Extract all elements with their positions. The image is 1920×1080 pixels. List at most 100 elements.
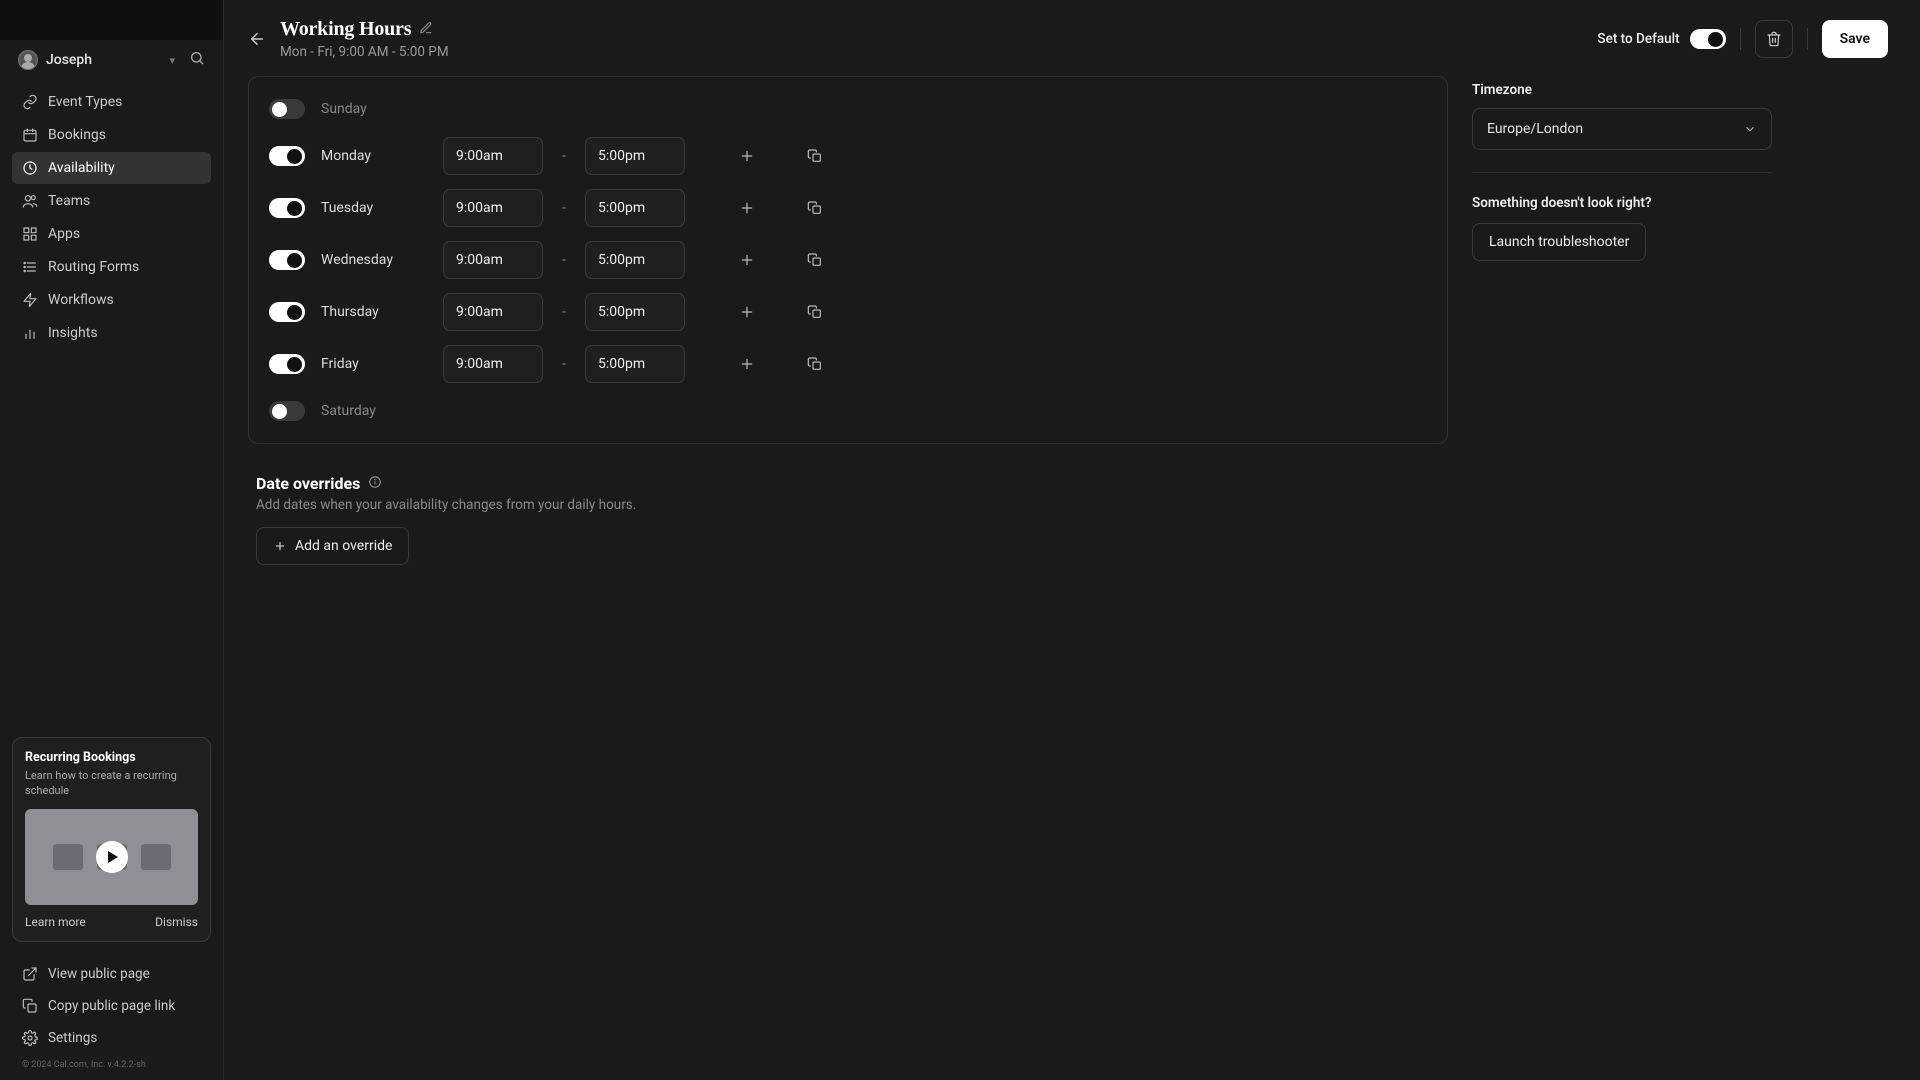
- save-button[interactable]: Save: [1822, 20, 1888, 58]
- sidebar-item-teams[interactable]: Teams: [12, 185, 211, 217]
- tip-title: Recurring Bookings: [25, 750, 198, 765]
- troubleshoot-label: Something doesn't look right?: [1472, 195, 1772, 211]
- right-column: Timezone Europe/London Something doesn't…: [1472, 76, 1772, 565]
- time-range-separator: -: [559, 304, 569, 320]
- day-toggle[interactable]: [269, 198, 305, 218]
- day-toggle[interactable]: [269, 302, 305, 322]
- bottom-nav-label: View public page: [48, 966, 150, 982]
- start-time-input[interactable]: 9:00am: [443, 241, 543, 279]
- sidebar-item-event-types[interactable]: Event Types: [12, 86, 211, 118]
- sidebar-item-routing-forms[interactable]: Routing Forms: [12, 251, 211, 283]
- users-icon: [22, 193, 38, 209]
- copy-time-button[interactable]: [801, 298, 829, 326]
- time-range-separator: -: [559, 356, 569, 372]
- grid-icon: [22, 226, 38, 242]
- timezone-select[interactable]: Europe/London: [1472, 108, 1772, 150]
- add-time-slot-button[interactable]: [733, 298, 761, 326]
- primary-nav: Event Types Bookings Availability Teams …: [0, 80, 223, 355]
- add-time-slot-button[interactable]: [733, 194, 761, 222]
- info-icon[interactable]: [368, 475, 382, 493]
- copy-time-button[interactable]: [801, 142, 829, 170]
- gear-icon: [22, 1030, 38, 1046]
- timezone-label: Timezone: [1472, 82, 1772, 98]
- sidebar-item-label: Availability: [48, 160, 115, 176]
- launch-troubleshooter-button[interactable]: Launch troubleshooter: [1472, 223, 1646, 261]
- tip-card: Recurring Bookings Learn how to create a…: [12, 737, 211, 942]
- day-row-friday: Friday 9:00am-5:00pm: [269, 345, 1427, 383]
- add-time-slot-button[interactable]: [733, 350, 761, 378]
- user-switcher[interactable]: Joseph ▾: [0, 40, 223, 80]
- day-label: Friday: [321, 356, 427, 372]
- overrides-description: Add dates when your availability changes…: [256, 497, 1448, 513]
- time-range-separator: -: [559, 200, 569, 216]
- back-button[interactable]: [248, 30, 266, 48]
- search-icon[interactable]: [189, 50, 205, 70]
- copy-icon: [22, 998, 38, 1014]
- bottom-nav: View public page Copy public page link S…: [0, 954, 223, 1060]
- page-subtitle: Mon - Fri, 9:00 AM - 5:00 PM: [280, 44, 449, 60]
- end-time-input[interactable]: 5:00pm: [585, 345, 685, 383]
- sidebar-item-workflows[interactable]: Workflows: [12, 284, 211, 316]
- settings-link[interactable]: Settings: [12, 1022, 211, 1054]
- end-time-input[interactable]: 5:00pm: [585, 137, 685, 175]
- end-time-input[interactable]: 5:00pm: [585, 189, 685, 227]
- set-default-label: Set to Default: [1597, 31, 1679, 47]
- copy-time-button[interactable]: [801, 246, 829, 274]
- add-time-slot-button[interactable]: [733, 246, 761, 274]
- sidebar-item-availability[interactable]: Availability: [12, 152, 211, 184]
- delete-button[interactable]: [1755, 20, 1793, 58]
- sidebar-item-label: Routing Forms: [48, 259, 139, 275]
- tip-dismiss-link[interactable]: Dismiss: [155, 915, 198, 929]
- day-label: Sunday: [321, 101, 427, 117]
- tip-video-thumbnail[interactable]: [25, 809, 198, 905]
- day-row-monday: Monday9:00am-5:00pm: [269, 137, 1427, 175]
- divider: [1807, 28, 1808, 50]
- version-text: © 2024 Cal.com, Inc. v.4.2.2-sh: [0, 1060, 223, 1080]
- copy-time-button[interactable]: [801, 194, 829, 222]
- sidebar-item-label: Workflows: [48, 292, 114, 308]
- page-header: Working Hours Mon - Fri, 9:00 AM - 5:00 …: [224, 0, 1920, 76]
- copy-public-link[interactable]: Copy public page link: [12, 990, 211, 1022]
- timezone-value: Europe/London: [1487, 121, 1583, 137]
- sidebar-item-apps[interactable]: Apps: [12, 218, 211, 250]
- tip-description: Learn how to create a recurring schedule: [25, 769, 198, 799]
- start-time-input[interactable]: 9:00am: [443, 293, 543, 331]
- day-toggle[interactable]: [269, 354, 305, 374]
- view-public-page-link[interactable]: View public page: [12, 958, 211, 990]
- time-range-separator: -: [559, 148, 569, 164]
- day-toggle[interactable]: [269, 250, 305, 270]
- day-row-saturday: Saturday: [269, 397, 1427, 425]
- day-toggle[interactable]: [269, 401, 305, 421]
- day-toggle[interactable]: [269, 99, 305, 119]
- add-time-slot-button[interactable]: [733, 142, 761, 170]
- start-time-input[interactable]: 9:00am: [443, 345, 543, 383]
- bottom-nav-label: Settings: [48, 1030, 97, 1046]
- day-label: Thursday: [321, 304, 427, 320]
- edit-title-button[interactable]: [419, 21, 433, 39]
- sidebar-item-label: Event Types: [48, 94, 122, 110]
- date-overrides-section: Date overrides Add dates when your avail…: [248, 474, 1448, 565]
- user-name: Joseph: [46, 52, 161, 68]
- tip-learn-more-link[interactable]: Learn more: [25, 915, 86, 929]
- start-time-input[interactable]: 9:00am: [443, 137, 543, 175]
- clock-icon: [22, 160, 38, 176]
- weekly-schedule-card: SundayMonday9:00am-5:00pmTuesday9:00am-5…: [248, 76, 1448, 444]
- end-time-input[interactable]: 5:00pm: [585, 293, 685, 331]
- add-override-button[interactable]: Add an override: [256, 527, 409, 565]
- sidebar-item-bookings[interactable]: Bookings: [12, 119, 211, 151]
- day-label: Tuesday: [321, 200, 427, 216]
- day-toggle[interactable]: [269, 146, 305, 166]
- sidebar-item-insights[interactable]: Insights: [12, 317, 211, 349]
- day-label: Wednesday: [321, 252, 427, 268]
- sidebar-item-label: Bookings: [48, 127, 106, 143]
- sidebar-item-label: Teams: [48, 193, 90, 209]
- sidebar: Joseph ▾ Event Types Bookings Availabili…: [0, 0, 224, 1080]
- copy-time-button[interactable]: [801, 350, 829, 378]
- set-default-toggle[interactable]: [1690, 29, 1726, 49]
- end-time-input[interactable]: 5:00pm: [585, 241, 685, 279]
- bar-chart-icon: [22, 325, 38, 341]
- time-range-separator: -: [559, 252, 569, 268]
- calendar-icon: [22, 127, 38, 143]
- zap-icon: [22, 292, 38, 308]
- start-time-input[interactable]: 9:00am: [443, 189, 543, 227]
